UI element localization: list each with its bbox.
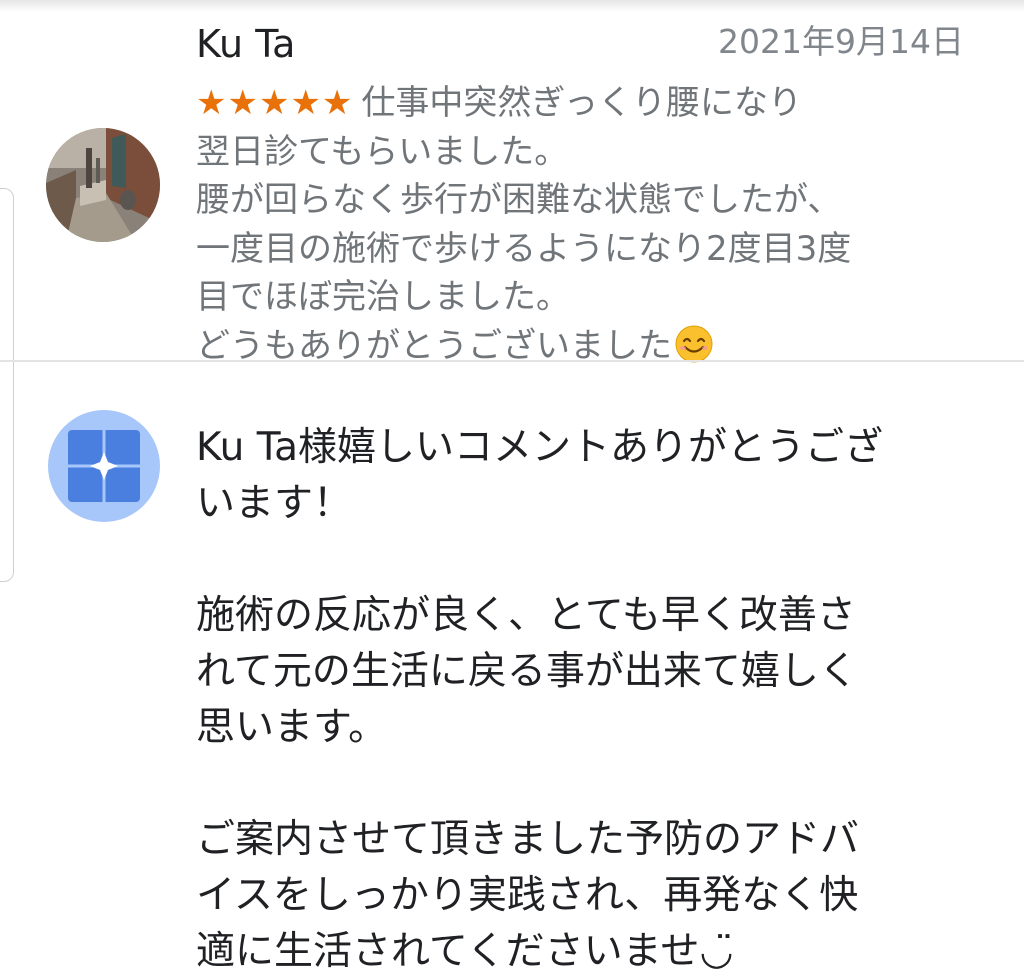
star-rating: ★★★★★: [196, 83, 354, 123]
reply-line: います！: [196, 481, 353, 526]
reviewer-avatar[interactable]: [46, 128, 160, 242]
reply-line: 思います。: [196, 705, 388, 750]
reply-line: イスをしっかり実践され、再発なく快: [196, 873, 859, 918]
review-line: 一度目の施術で歩けるようになり2度目3度: [196, 228, 852, 269]
reply-line: Ku Ta様嬉しいコメントありがとうござ: [196, 425, 884, 470]
owner-reply-text: Ku Ta様嬉しいコメントありがとうござ います！ 施術の反応が良く、とても早く…: [196, 420, 1016, 980]
review-line: 翌日診てもらいました。: [196, 131, 569, 172]
review-line: ★★★★★ 仕事中突然ぎっくり腰になり: [196, 79, 1006, 128]
owner-avatar[interactable]: [48, 410, 160, 522]
smiling-face-emoji-icon: [675, 325, 713, 362]
reviewer-name[interactable]: Ku Ta: [196, 20, 295, 68]
review-date: 2021年9月14日: [718, 22, 964, 61]
review-line: 腰が回らなく歩行が困難な状態でしたが、: [196, 180, 842, 220]
review-line-text: 仕事中突然ぎっくり腰になり: [361, 83, 803, 123]
reply-line: 適に生活されてくださいませ◡̈: [196, 929, 734, 974]
review-line: 目でほぼ完治しました。: [196, 277, 570, 317]
top-shadow: [0, 0, 1024, 12]
reply-line: ご案内させて頂きました予防のアドバ: [196, 817, 860, 862]
reply-line: れて元の生活に戻る事が出来て嬉しく: [196, 649, 858, 694]
review-text: ★★★★★ 仕事中突然ぎっくり腰になり 翌日診てもらいました。 腰が回らなく歩行が…: [196, 79, 1006, 370]
review-line: どうもありがとうございました: [196, 322, 1006, 371]
section-divider: [0, 360, 1024, 362]
reply-line: 施術の反応が良く、とても早く改善さ: [196, 593, 856, 638]
business-logo-icon: [68, 430, 140, 502]
side-panel-edge[interactable]: [0, 188, 14, 582]
